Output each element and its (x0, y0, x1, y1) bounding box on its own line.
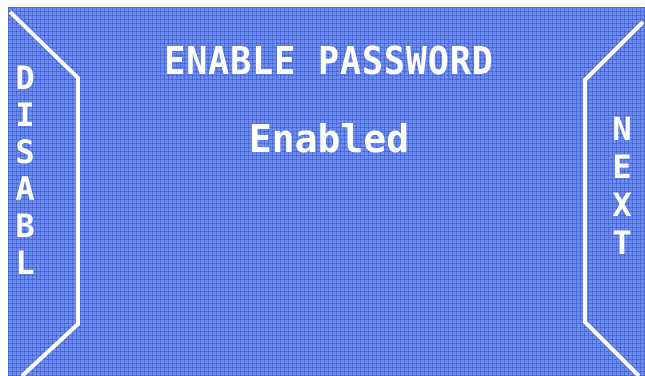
disable-button-label: DISABL (15, 59, 35, 282)
next-button-label: NEXT (612, 110, 632, 262)
lcd-screen: ENABLE PASSWORD Enabled DISABL NEXT (0, 0, 645, 376)
password-status-value: Enabled (248, 117, 410, 161)
page-title: ENABLE PASSWORD (164, 39, 494, 83)
